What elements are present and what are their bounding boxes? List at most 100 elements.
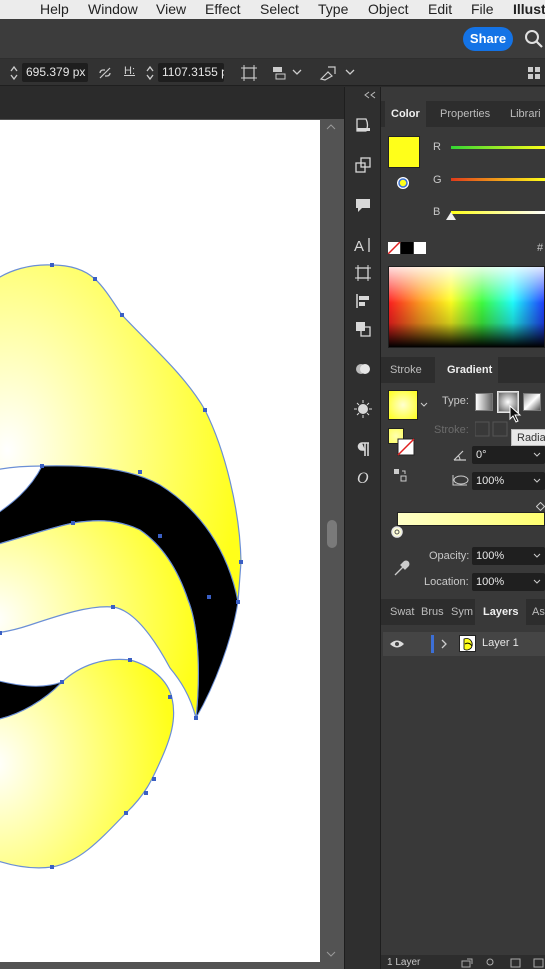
visibility-eye-icon[interactable] [389, 639, 405, 649]
paragraph-panel-icon[interactable] [351, 437, 375, 461]
height-field[interactable]: 1107.3155 p [158, 63, 224, 82]
tooltip: Radia [511, 429, 545, 446]
stroke-label: Stroke: [434, 424, 469, 436]
app-bar: Share [0, 19, 545, 59]
menu-type[interactable]: Type [318, 1, 348, 17]
menu-file[interactable]: File [471, 1, 494, 17]
b-slider-handle[interactable] [446, 212, 456, 220]
recolor-icon[interactable] [318, 64, 338, 82]
color-spectrum[interactable] [388, 266, 545, 348]
tab-symbols[interactable]: Sym [451, 599, 473, 625]
gradient-midpoint-diamond[interactable] [536, 502, 545, 511]
stepper-icon[interactable] [9, 65, 19, 81]
tab-libraries[interactable]: Librari [510, 101, 541, 127]
gradient-panel-tabs: Stroke Gradient [381, 357, 545, 383]
g-label: G [433, 174, 442, 186]
svg-text:A: A [354, 238, 364, 254]
r-label: R [433, 141, 441, 153]
layer-name[interactable]: Layer 1 [482, 637, 519, 649]
r-slider[interactable] [451, 146, 545, 149]
tab-swatches[interactable]: Swat [390, 599, 414, 625]
reverse-gradient-icon[interactable] [392, 467, 408, 483]
mac-menubar: Help Window View Effect Select Type Obje… [0, 0, 545, 19]
collect-export-icon[interactable] [510, 958, 522, 968]
pathfinder-panel-icon[interactable] [351, 317, 375, 341]
stroke-gradient-buttons[interactable] [475, 421, 515, 437]
chevron-down-icon[interactable] [533, 553, 541, 559]
document-tab-strip [0, 87, 345, 119]
tab-brushes[interactable]: Brus [421, 599, 444, 625]
none-black-white-swatches[interactable] [388, 242, 426, 254]
constrain-proportions-icon[interactable] [97, 65, 113, 81]
artwork[interactable] [0, 120, 320, 962]
gradient-stroke-indicator[interactable] [397, 438, 415, 456]
align-panel-icon[interactable] [351, 289, 375, 313]
comments-panel-icon[interactable] [351, 193, 375, 217]
tab-asset-export[interactable]: As [532, 599, 545, 625]
chevron-down-icon[interactable] [292, 67, 302, 77]
sublayer-icon[interactable] [533, 958, 545, 968]
eyedropper-icon[interactable] [392, 558, 410, 578]
chevron-right-icon[interactable] [440, 639, 448, 649]
chevron-down-icon[interactable] [533, 478, 541, 484]
menu-window[interactable]: Window [88, 1, 138, 17]
search-layer-icon[interactable] [486, 958, 496, 968]
right-panel-dock [381, 87, 545, 969]
freeform-gradient-button[interactable] [523, 393, 541, 411]
scroll-up-icon[interactable] [326, 123, 336, 131]
width-field[interactable]: 695.379 px [22, 63, 88, 82]
type-label: Type: [442, 395, 469, 407]
layer-color-bar [431, 635, 434, 653]
app-name[interactable]: Illust [513, 1, 545, 17]
layers-footer: 1 Layer [381, 955, 545, 969]
b-label: B [433, 206, 441, 218]
export-layer-icon[interactable] [461, 958, 473, 968]
stroke-indicator-icon[interactable] [396, 176, 410, 190]
grid-menu-icon[interactable] [527, 66, 541, 80]
tab-layers[interactable]: Layers [475, 599, 527, 625]
location-label: Location: [424, 576, 469, 588]
fill-swatch[interactable] [388, 136, 420, 168]
appearance-panel-icon[interactable] [351, 357, 375, 381]
g-slider[interactable] [451, 178, 545, 181]
menu-object[interactable]: Object [368, 1, 408, 17]
linear-gradient-button[interactable] [475, 393, 493, 411]
scroll-down-icon[interactable] [326, 950, 336, 958]
transform-icon[interactable] [240, 64, 258, 82]
scrollbar-thumb[interactable] [327, 520, 337, 548]
align-icon[interactable] [270, 64, 290, 82]
artboard[interactable] [0, 120, 320, 962]
hex-label: # [537, 242, 544, 254]
chevron-down-icon[interactable] [533, 452, 541, 458]
stepper-icon[interactable] [145, 65, 155, 81]
b-slider[interactable] [451, 211, 545, 214]
collapse-icon[interactable] [363, 91, 377, 99]
layer-row[interactable]: Layer 1 [383, 632, 545, 656]
share-button[interactable]: Share [463, 27, 513, 51]
menu-select[interactable]: Select [260, 1, 299, 17]
chevron-down-icon[interactable] [420, 402, 428, 408]
character-panel-icon[interactable]: A [351, 233, 375, 257]
gradient-fill-swatch[interactable] [388, 390, 418, 420]
artboards-panel-icon[interactable] [351, 113, 375, 137]
search-icon[interactable] [523, 28, 545, 50]
menu-help[interactable]: Help [40, 1, 69, 17]
menu-view[interactable]: View [156, 1, 186, 17]
transform-panel-icon[interactable] [351, 261, 375, 285]
chevron-down-icon[interactable] [345, 67, 355, 77]
tab-gradient[interactable]: Gradient [435, 357, 499, 383]
gradient-stop-handle[interactable] [390, 525, 404, 539]
tab-color[interactable]: Color [385, 101, 426, 127]
gradient-slider[interactable] [397, 512, 545, 526]
tab-properties[interactable]: Properties [440, 101, 490, 127]
graphic-styles-panel-icon[interactable] [351, 397, 375, 421]
chevron-down-icon[interactable] [533, 579, 541, 585]
opentype-panel-icon[interactable]: O [351, 465, 375, 489]
menu-edit[interactable]: Edit [428, 1, 452, 17]
svg-text:O: O [357, 470, 369, 486]
color-panel-tabs: Color Properties Librari [381, 101, 545, 127]
tab-stroke[interactable]: Stroke [390, 357, 422, 383]
menu-effect[interactable]: Effect [205, 1, 241, 17]
export-panel-icon[interactable] [351, 153, 375, 177]
layer-thumbnail [459, 635, 476, 652]
